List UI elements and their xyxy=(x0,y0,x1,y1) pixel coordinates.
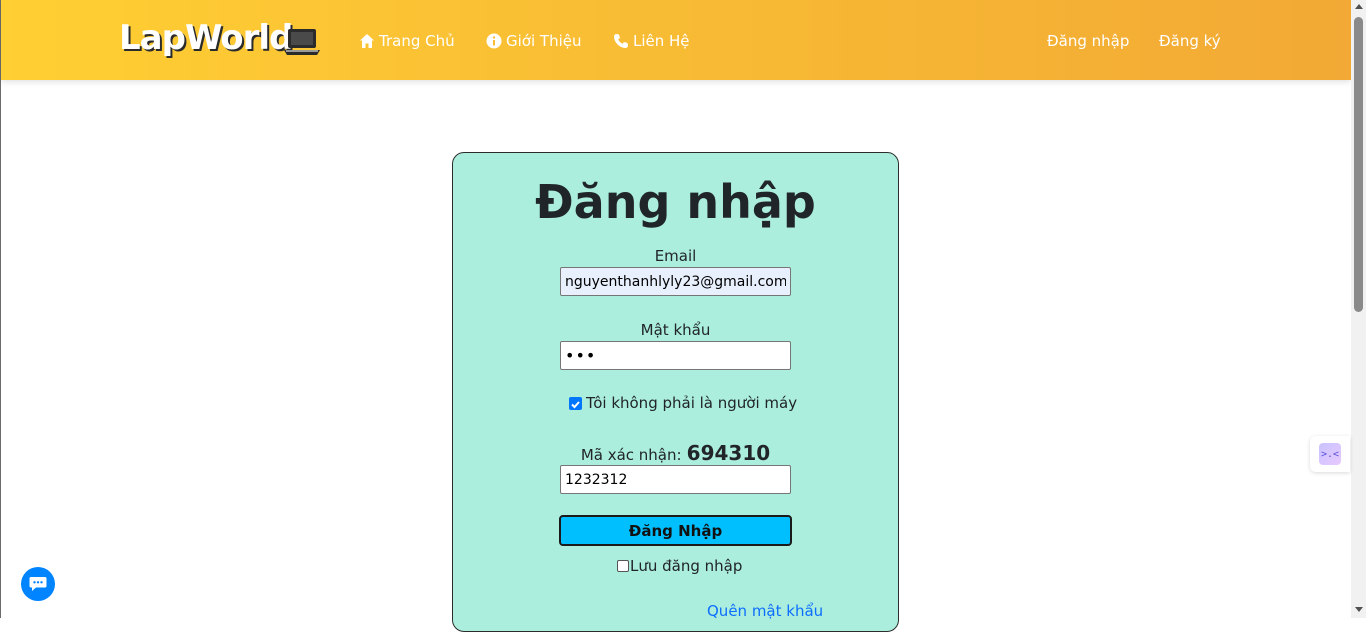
remember-checkbox[interactable] xyxy=(617,560,629,572)
robot-checkbox[interactable] xyxy=(569,396,582,410)
email-field[interactable] xyxy=(560,267,791,296)
remember-row[interactable]: Lưu đăng nhập xyxy=(617,557,742,575)
captcha-input[interactable] xyxy=(560,465,791,494)
scroll-up-arrow-icon[interactable] xyxy=(1355,4,1363,9)
robot-check-label: Tôi không phải là người máy xyxy=(586,394,798,412)
remember-label: Lưu đăng nhập xyxy=(630,557,743,575)
nav-home-label: Trang Chủ xyxy=(379,32,455,50)
chat-bubble-icon xyxy=(29,577,47,591)
scroll-down-arrow-icon[interactable] xyxy=(1355,607,1363,612)
nav-register[interactable]: Đăng ký xyxy=(1159,30,1221,52)
phone-icon xyxy=(614,34,628,48)
checkmark-icon xyxy=(571,400,580,408)
password-field[interactable]: ••• xyxy=(560,341,791,370)
password-label: Mật khẩu xyxy=(640,321,711,339)
nav-contact[interactable]: Liên Hệ xyxy=(613,30,690,52)
nav-login-label: Đăng nhập xyxy=(1047,32,1130,50)
assistant-icon: >.< xyxy=(1319,443,1341,465)
forgot-password-link[interactable]: Quên mật khẩu xyxy=(707,602,823,620)
brand-logo[interactable]: LapWorld xyxy=(119,18,293,58)
side-assistant-widget[interactable]: >.< xyxy=(1310,436,1350,472)
nav-about[interactable]: Giới Thiệu xyxy=(486,30,581,52)
nav-contact-label: Liên Hệ xyxy=(633,32,690,50)
chat-button[interactable] xyxy=(21,567,55,601)
captcha-row: Mã xác nhận: 694310 xyxy=(453,441,898,465)
login-card: Đăng nhập Email Mật khẩu ••• Tôi không p… xyxy=(452,152,899,632)
nav-login[interactable]: Đăng nhập xyxy=(1047,30,1129,52)
captcha-label: Mã xác nhận: xyxy=(580,446,682,464)
scroll-thumb[interactable] xyxy=(1354,17,1363,312)
home-icon xyxy=(360,34,374,48)
page-scrollbar[interactable] xyxy=(1351,0,1366,618)
login-title: Đăng nhập xyxy=(535,175,816,229)
nav-register-label: Đăng ký xyxy=(1159,32,1221,50)
login-button[interactable]: Đăng Nhập xyxy=(559,515,792,546)
captcha-code: 694310 xyxy=(686,441,771,465)
laptop-icon xyxy=(284,29,320,55)
robot-check-row[interactable]: Tôi không phải là người máy xyxy=(569,394,797,412)
email-label: Email xyxy=(654,247,697,265)
navbar: LapWorld Trang Chủ Giới Thiệu Liên Hệ Đă… xyxy=(1,0,1351,80)
info-icon xyxy=(486,33,502,49)
nav-about-label: Giới Thiệu xyxy=(506,32,582,50)
nav-home[interactable]: Trang Chủ xyxy=(359,30,455,52)
